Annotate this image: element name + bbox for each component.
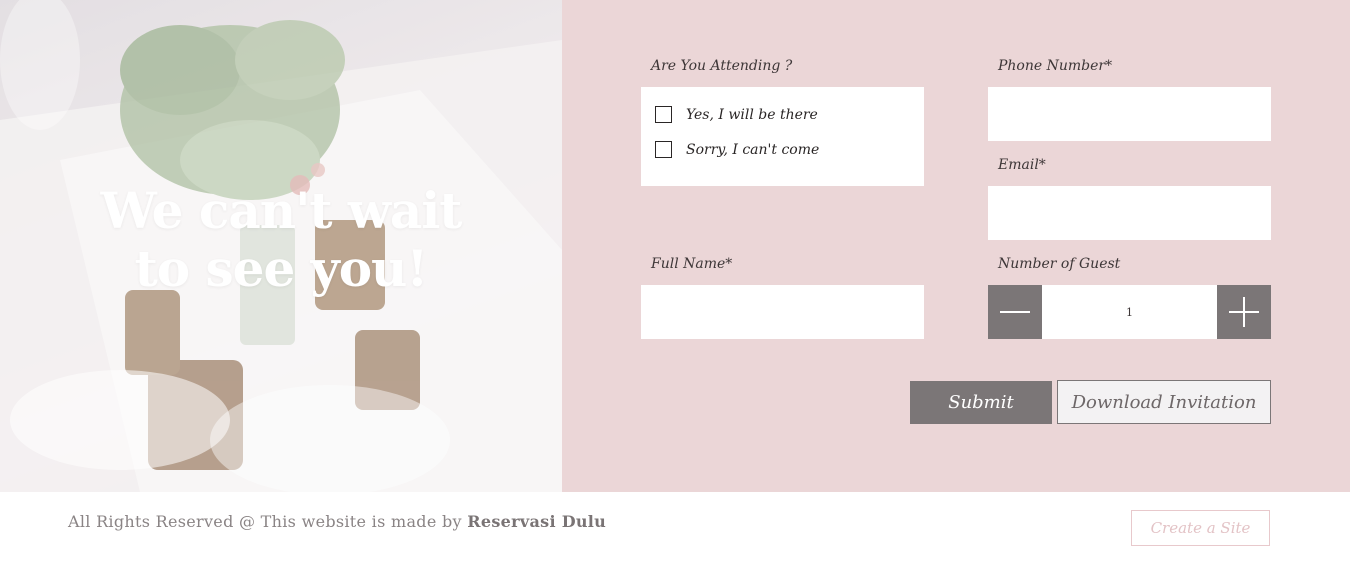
- checkbox-no-label: Sorry, I can't come: [686, 141, 820, 158]
- guests-decrement-button[interactable]: [988, 285, 1042, 339]
- checkbox-option-yes[interactable]: Yes, I will be there: [655, 106, 818, 123]
- phone-input[interactable]: [988, 87, 1271, 141]
- checkbox-yes[interactable]: [655, 106, 672, 123]
- guests-count-input[interactable]: 1: [1042, 285, 1217, 339]
- fullname-input[interactable]: [641, 285, 924, 339]
- footer-brand: Reservasi Dulu: [467, 512, 607, 531]
- checkbox-option-no[interactable]: Sorry, I can't come: [655, 141, 819, 158]
- checkbox-yes-label: Yes, I will be there: [686, 106, 818, 123]
- footer-copyright-text: All Rights Reserved @ This website is ma…: [68, 512, 468, 531]
- footer-copyright: All Rights Reserved @ This website is ma…: [68, 512, 606, 531]
- hero-image: We can't wait to see you!: [0, 0, 562, 492]
- download-invitation-button[interactable]: Download Invitation: [1057, 380, 1271, 424]
- plus-icon: [1229, 297, 1259, 327]
- submit-button[interactable]: Submit: [910, 381, 1052, 424]
- hero-title-line-1: We can't wait: [100, 181, 463, 240]
- checkbox-no[interactable]: [655, 141, 672, 158]
- guests-increment-button[interactable]: [1217, 285, 1271, 339]
- attending-label: Are You Attending ?: [651, 58, 793, 74]
- hero-title-line-2: to see you!: [134, 239, 429, 298]
- create-site-button[interactable]: Create a Site: [1131, 510, 1270, 546]
- guests-label: Number of Guest: [998, 256, 1121, 272]
- attending-options-box: [641, 87, 924, 186]
- email-input[interactable]: [988, 186, 1271, 240]
- email-label: Email*: [998, 157, 1046, 173]
- phone-label: Phone Number*: [998, 58, 1113, 74]
- fullname-label: Full Name*: [651, 256, 733, 272]
- hero-title: We can't wait to see you!: [0, 182, 562, 298]
- minus-icon: [1000, 311, 1030, 313]
